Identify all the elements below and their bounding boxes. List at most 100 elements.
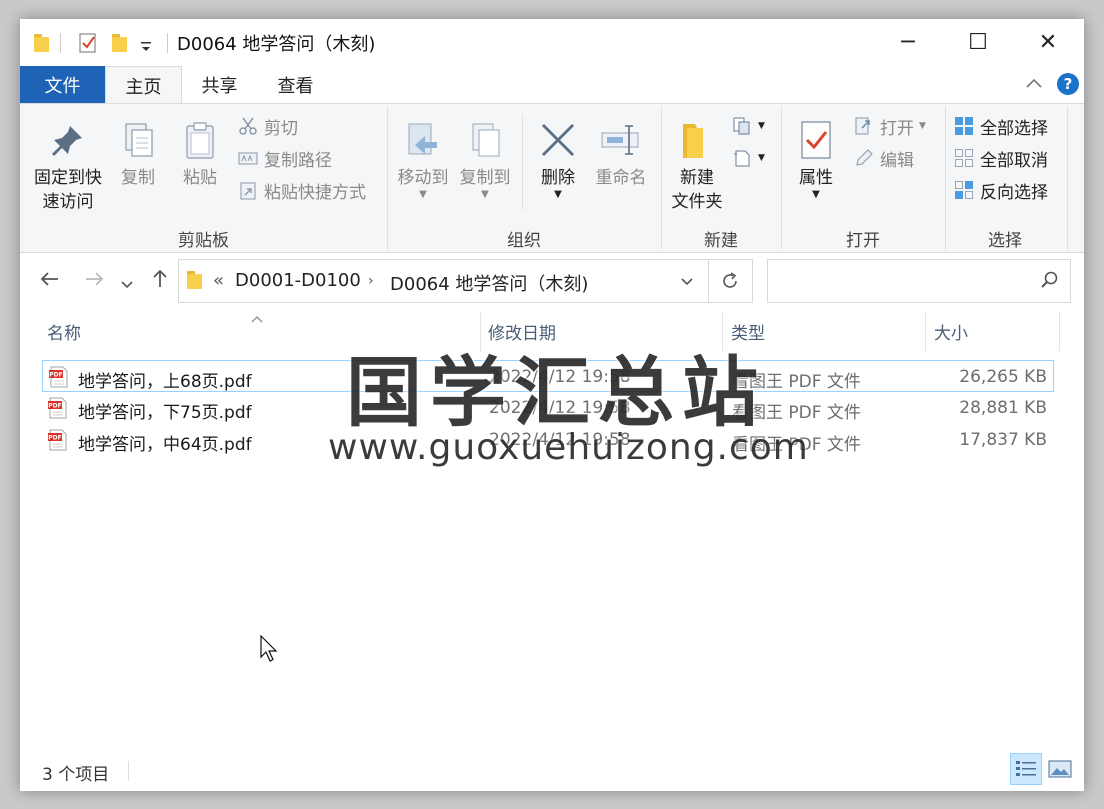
open-button[interactable]: 打开 ▼ (854, 113, 926, 139)
large-icons-view-button[interactable] (1044, 753, 1076, 785)
chevron-down-icon (141, 42, 151, 51)
paste-shortcut-button[interactable]: 粘贴快捷方式 (238, 177, 366, 203)
new-folder-button[interactable]: 新建 文件夹 (666, 120, 728, 214)
tab-view[interactable]: 查看 (258, 66, 333, 103)
details-view-icon (1016, 761, 1036, 776)
copy-button[interactable]: 复制 (114, 120, 162, 190)
window-title: D0064 地学答问（木刻) (177, 34, 376, 55)
column-header-name[interactable]: 名称 (47, 319, 81, 344)
file-name: 地学答问，中64页.pdf (78, 435, 252, 455)
divider (60, 33, 61, 53)
new-item-dropdown[interactable]: ▼ (732, 113, 765, 139)
chevron-right-icon[interactable]: › (368, 273, 374, 289)
easy-access-icon (734, 150, 750, 167)
ribbon-tabs: 文件 主页 共享 查看 ? (20, 66, 1084, 104)
customize-quick-access-dropdown[interactable] (140, 35, 152, 59)
select-all-button[interactable]: 全部选择 (954, 113, 1048, 139)
chevron-down-icon (681, 278, 693, 286)
paste-shortcut-icon (240, 182, 256, 200)
move-to-icon (408, 123, 437, 155)
tab-home[interactable]: 主页 (105, 66, 182, 104)
pin-to-quick-access-button[interactable]: 固定到快 速访问 (28, 120, 108, 214)
ribbon-home: 固定到快 速访问 复制 粘贴 剪切 复制路径 粘贴快捷方式 剪贴板 移动到 ▼ … (20, 103, 1084, 253)
chevron-down-icon: ▼ (419, 189, 427, 200)
copy-path-label: 复制路径 (264, 150, 332, 171)
mouse-pointer-icon (260, 635, 278, 662)
select-group-label: 选择 (988, 231, 1022, 251)
search-box[interactable] (767, 259, 1071, 303)
tab-share[interactable]: 共享 (182, 66, 257, 103)
pin-icon (52, 126, 82, 156)
svg-text:PDF: PDF (49, 372, 62, 379)
pin-label-1: 固定到快 (34, 168, 102, 188)
chevron-down-icon (121, 281, 133, 289)
paste-label: 粘贴 (183, 168, 217, 188)
properties-button[interactable]: 属性 ▼ (790, 120, 842, 200)
select-none-icon (955, 149, 973, 167)
minimize-button[interactable]: ─ (876, 19, 940, 66)
organize-group-label: 组织 (507, 231, 541, 251)
address-history-dropdown[interactable] (680, 274, 694, 294)
paste-shortcut-label: 粘贴快捷方式 (264, 182, 366, 203)
new-folder-label-2: 文件夹 (671, 192, 723, 212)
maximize-button[interactable]: ☐ (946, 19, 1010, 66)
copy-label: 复制 (121, 168, 155, 188)
title-bar: D0064 地学答问（木刻) ─ ☐ ✕ (20, 19, 1084, 66)
svg-text:PDF: PDF (48, 435, 61, 442)
properties-icon (801, 121, 831, 159)
navigation-bar: « D0001-D0100 › D0064 地学答问（木刻) (20, 255, 1084, 307)
edit-icon (856, 149, 873, 166)
copy-path-button[interactable]: 复制路径 (238, 145, 332, 171)
divider (167, 33, 168, 53)
breadcrumb-overflow[interactable]: « (213, 270, 224, 291)
item-count: 3 个项目 (42, 765, 110, 785)
column-divider[interactable] (925, 311, 926, 351)
search-icon (1041, 271, 1058, 288)
address-bar[interactable]: « D0001-D0100 › D0064 地学答问（木刻) (178, 259, 709, 303)
refresh-icon (722, 272, 737, 288)
select-all-icon (955, 117, 973, 135)
edit-button[interactable]: 编辑 (854, 145, 914, 171)
properties-quick-button[interactable] (78, 31, 98, 55)
details-view-button[interactable] (1010, 753, 1042, 785)
paste-button[interactable]: 粘贴 (176, 120, 224, 190)
recent-locations-button[interactable] (120, 272, 134, 296)
new-folder-label-1: 新建 (680, 168, 714, 188)
svg-text:?: ? (1064, 75, 1073, 93)
forward-button[interactable] (82, 267, 106, 296)
new-folder-quick-button[interactable] (112, 31, 127, 55)
help-icon: ? (1057, 73, 1079, 95)
delete-button[interactable]: 删除 ▼ (532, 120, 584, 200)
open-label: 打开 (880, 118, 914, 139)
new-item-icon (733, 117, 750, 135)
checklist-icon (79, 33, 96, 53)
copy-to-button[interactable]: 复制到 ▼ (456, 120, 514, 200)
pdf-file-icon: PDF (48, 429, 67, 451)
rename-button[interactable]: 重命名 (590, 120, 652, 190)
arrow-right-icon (86, 272, 104, 286)
svg-text:PDF: PDF (48, 403, 61, 410)
chevron-down-icon: ▼ (554, 189, 562, 200)
back-button[interactable] (38, 267, 62, 296)
help-button[interactable]: ? (1056, 72, 1080, 101)
collapse-ribbon-button[interactable] (1024, 74, 1044, 99)
breadcrumb-item[interactable]: D0064 地学答问（木刻) (390, 270, 588, 296)
invert-selection-button[interactable]: 反向选择 (954, 177, 1048, 203)
move-to-button[interactable]: 移动到 ▼ (394, 120, 452, 200)
breadcrumb-item[interactable]: D0001-D0100 (235, 270, 361, 291)
column-divider[interactable] (1059, 311, 1060, 351)
chevron-down-icon: ▼ (481, 189, 489, 200)
easy-access-dropdown[interactable]: ▼ (732, 145, 765, 171)
delete-icon (542, 124, 574, 156)
chevron-up-icon (1026, 78, 1042, 88)
cut-button[interactable]: 剪切 (238, 113, 298, 139)
up-button[interactable] (148, 267, 172, 296)
tab-file[interactable]: 文件 (20, 66, 105, 103)
scissors-icon (239, 117, 257, 135)
column-header-size[interactable]: 大小 (934, 319, 968, 344)
refresh-button[interactable] (707, 259, 753, 303)
sort-indicator-icon (250, 309, 264, 329)
close-button[interactable]: ✕ (1016, 19, 1080, 66)
select-none-button[interactable]: 全部取消 (954, 145, 1048, 171)
file-name: 地学答问，下75页.pdf (78, 403, 252, 423)
